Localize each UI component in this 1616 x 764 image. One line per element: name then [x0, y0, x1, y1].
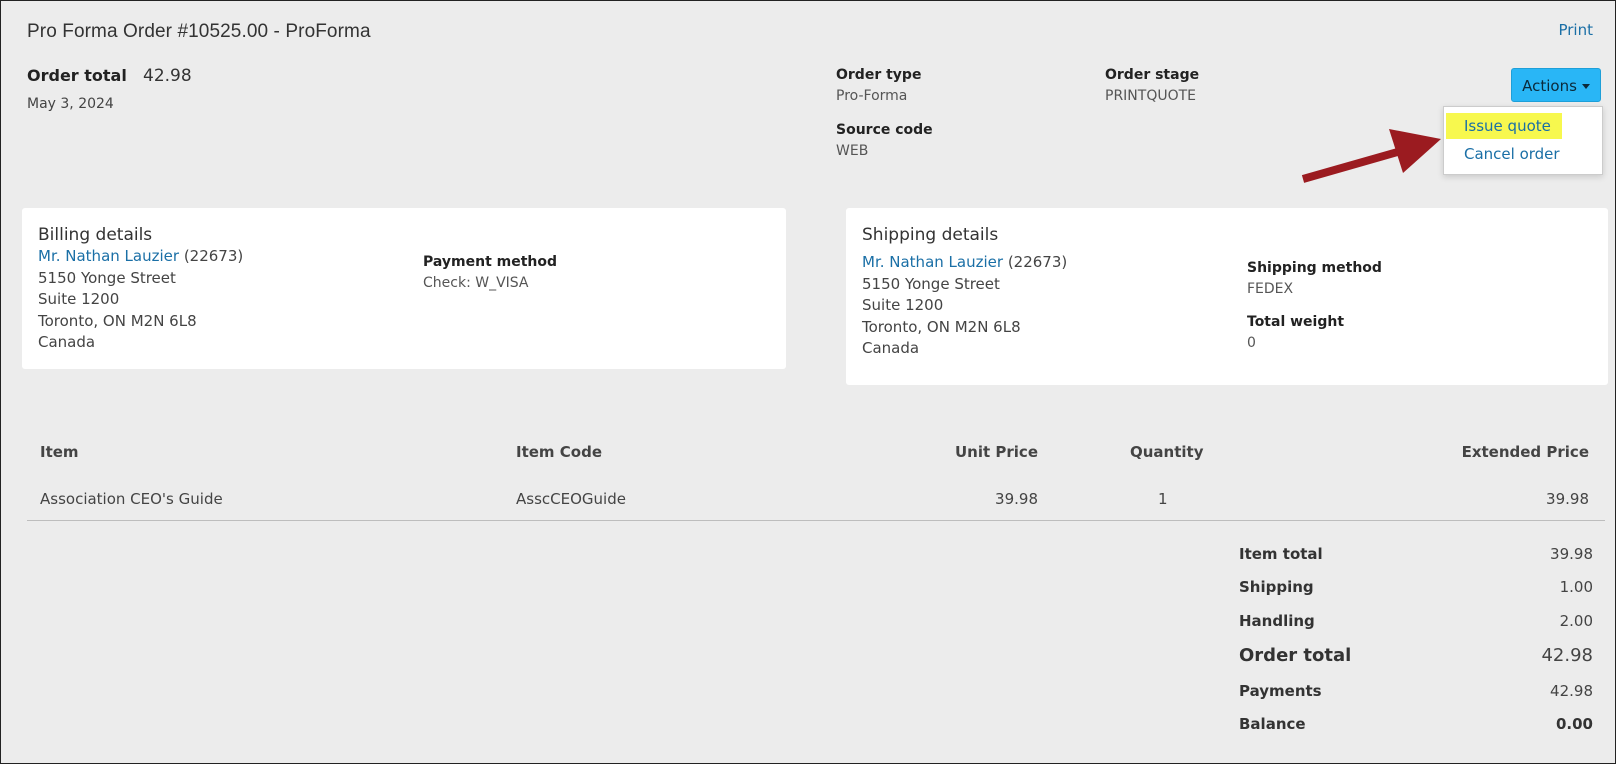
- payment-method-value: Check: W_VISA: [423, 275, 529, 291]
- billing-line-4: Canada: [38, 333, 96, 351]
- arrow-annotation: [1301, 129, 1441, 183]
- source-code-value: WEB: [836, 143, 869, 159]
- page-title: Pro Forma Order #10525.00 - ProForma: [27, 21, 371, 42]
- source-code-label: Source code: [836, 122, 933, 138]
- billing-line-2: Suite 1200: [38, 290, 120, 308]
- order-type-label: Order type: [836, 67, 922, 83]
- shipping-address: Mr. Nathan Lauzier (22673) 5150 Yonge St…: [862, 252, 1067, 360]
- shipping-label: Shipping: [1239, 578, 1314, 596]
- extended-price-cell: 39.98: [1546, 490, 1589, 508]
- order-total-value: 42.98: [143, 66, 192, 86]
- item-link[interactable]: Association CEO's Guide: [40, 490, 223, 508]
- col-header-item-code: Item Code: [516, 443, 603, 461]
- balance-value: 0.00: [1555, 715, 1593, 733]
- total-weight-label: Total weight: [1247, 314, 1345, 330]
- balance-label: Balance: [1239, 715, 1306, 733]
- table-divider: [27, 520, 1605, 521]
- shipping-method-value: FEDEX: [1247, 281, 1294, 297]
- item-total-label: Item total: [1239, 545, 1323, 563]
- shipping-method-label: Shipping method: [1247, 260, 1382, 276]
- menu-item-cancel-order[interactable]: Cancel order: [1464, 145, 1560, 163]
- order-total-label: Order total: [27, 66, 127, 85]
- shipping-title: Shipping details: [862, 225, 999, 245]
- shipping-customer-link[interactable]: Mr. Nathan Lauzier: [862, 253, 1003, 271]
- order-stage-label: Order stage: [1105, 67, 1200, 83]
- caret-down-icon: [1581, 84, 1590, 89]
- order-total-summary-label: Order total: [1239, 645, 1352, 666]
- item-total-value: 39.98: [1550, 545, 1593, 563]
- order-stage-value: PRINTQUOTE: [1105, 88, 1197, 104]
- billing-line-1: 5150 Yonge Street: [38, 268, 176, 287]
- col-header-unit-price: Unit Price: [955, 443, 1038, 461]
- col-header-extended-price: Extended Price: [1461, 443, 1589, 461]
- shipping-value: 1.00: [1559, 578, 1593, 596]
- billing-customer-id: (22673): [183, 247, 244, 265]
- billing-details-card: Billing details Mr. Nathan Lauzier (2267…: [22, 208, 786, 369]
- shipping-line-4: Canada: [862, 339, 920, 357]
- shipping-customer-id: (22673): [1007, 253, 1068, 271]
- handling-value: 2.00: [1559, 612, 1593, 630]
- billing-customer-link[interactable]: Mr. Nathan Lauzier: [38, 247, 179, 265]
- menu-item-issue-quote[interactable]: Issue quote: [1464, 117, 1551, 135]
- payment-method-label: Payment method: [423, 254, 558, 270]
- payments-label: Payments: [1239, 682, 1322, 700]
- handling-label: Handling: [1239, 612, 1315, 630]
- shipping-line-1: 5150 Yonge Street: [862, 274, 1000, 293]
- payments-value: 42.98: [1550, 682, 1593, 700]
- order-total-summary-value: 42.98: [1541, 645, 1593, 666]
- shipping-line-3: Toronto, ON M2N 6L8: [862, 317, 1021, 336]
- total-weight-value: 0: [1247, 335, 1256, 351]
- billing-title: Billing details: [38, 225, 153, 245]
- unit-price-cell: 39.98: [995, 490, 1038, 508]
- order-date: May 3, 2024: [27, 96, 114, 112]
- order-type-value: Pro-Forma: [836, 88, 908, 104]
- shipping-line-2: Suite 1200: [862, 296, 944, 314]
- shipping-details-card: Shipping details Mr. Nathan Lauzier (226…: [846, 208, 1608, 385]
- actions-dropdown-menu: Issue quote Cancel order: [1443, 106, 1603, 175]
- print-link[interactable]: Print: [1558, 21, 1593, 39]
- item-code-cell: AsscCEOGuide: [516, 490, 626, 508]
- billing-address: Mr. Nathan Lauzier (22673) 5150 Yonge St…: [38, 246, 243, 354]
- quantity-cell: 1: [1158, 490, 1168, 508]
- billing-line-3: Toronto, ON M2N 6L8: [38, 311, 197, 330]
- col-header-item: Item: [40, 443, 79, 461]
- actions-button[interactable]: Actions: [1511, 68, 1601, 102]
- actions-button-label: Actions: [1522, 77, 1577, 95]
- col-header-quantity: Quantity: [1130, 443, 1204, 461]
